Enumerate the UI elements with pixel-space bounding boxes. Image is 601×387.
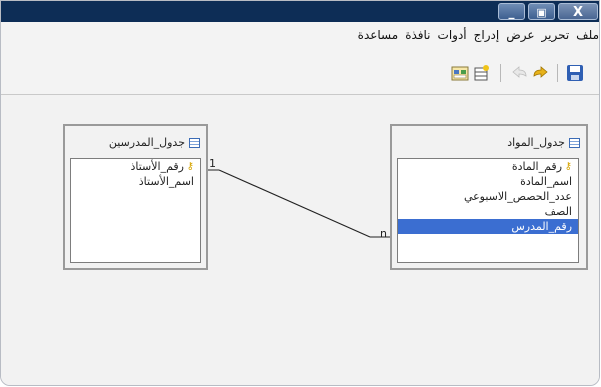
maximize-button[interactable]: ▣ — [528, 3, 555, 20]
menu-help[interactable]: مساعدة — [358, 28, 399, 42]
field-subject-name[interactable]: اسم_المادة — [398, 174, 578, 189]
teachers-field-list[interactable]: ⚷رقم_الأستاذ اسم_الأستاذ — [70, 158, 201, 263]
one-side-label: 1 — [209, 157, 216, 170]
menu-insert[interactable]: إدراج — [474, 28, 500, 42]
toolbar — [1, 50, 599, 95]
menu-items: ملف تحرير عرض إدراج أدوات نافذة مساعدة — [358, 28, 599, 42]
primary-key-icon: ⚷ — [564, 161, 572, 172]
teachers-table-window[interactable]: جدول_المدرسين ⚷رقم_الأستاذ اسم_الأستاذ — [63, 124, 208, 270]
new-table-icon[interactable] — [473, 64, 491, 82]
many-side-label: n — [380, 227, 387, 240]
field-subject-id[interactable]: ⚷رقم_المادة — [398, 159, 578, 174]
save-icon[interactable] — [566, 64, 584, 82]
teachers-table-name: جدول_المدرسين — [108, 136, 185, 149]
minimize-button[interactable]: _ — [498, 3, 525, 20]
field-teacher-id[interactable]: ⚷رقم_الأستاذ — [71, 159, 200, 174]
table-icon — [569, 137, 580, 148]
subjects-field-list[interactable]: ⚷رقم_المادة اسم_المادة عدد_الحصص_الاسبوع… — [397, 158, 579, 263]
toolbar-separator — [557, 64, 558, 82]
title-bar: _ ▣ X — [1, 1, 599, 22]
teachers-table-title: جدول_المدرسين — [109, 136, 200, 149]
menu-bar: ملف تحرير عرض إدراج أدوات نافذة مساعدة — [1, 22, 599, 50]
field-grade[interactable]: الصف — [398, 204, 578, 219]
subjects-table-name: جدول_المواد — [507, 136, 565, 149]
field-teacher-ref[interactable]: رقم_المدرس — [398, 219, 578, 234]
toolbar-separator — [500, 64, 501, 82]
add-tables-icon[interactable] — [451, 64, 469, 82]
menu-window[interactable]: نافذة — [405, 28, 430, 42]
application-window: _ ▣ X ملف تحرير عرض إدراج أدوات نافذة مس… — [0, 0, 600, 386]
menu-edit[interactable]: تحرير — [542, 28, 570, 42]
redo-icon[interactable] — [531, 64, 549, 82]
undo-icon[interactable] — [511, 64, 529, 82]
menu-tools[interactable]: أدوات — [438, 28, 467, 42]
field-weekly-periods[interactable]: عدد_الحصص_الاسبوعي — [398, 189, 578, 204]
relationship-canvas[interactable]: 1 n جدول_المدرسين ⚷رقم_الأستاذ اسم_الأست… — [1, 97, 599, 385]
subjects-table-title: جدول_المواد — [507, 136, 580, 149]
subjects-table-window[interactable]: جدول_المواد ⚷رقم_المادة اسم_المادة عدد_ا… — [390, 124, 588, 270]
menu-file[interactable]: ملف — [576, 28, 599, 42]
primary-key-icon: ⚷ — [186, 161, 194, 172]
menu-view[interactable]: عرض — [506, 28, 534, 42]
close-button[interactable]: X — [558, 3, 598, 20]
table-icon — [189, 137, 200, 148]
field-teacher-name[interactable]: اسم_الأستاذ — [71, 174, 200, 189]
